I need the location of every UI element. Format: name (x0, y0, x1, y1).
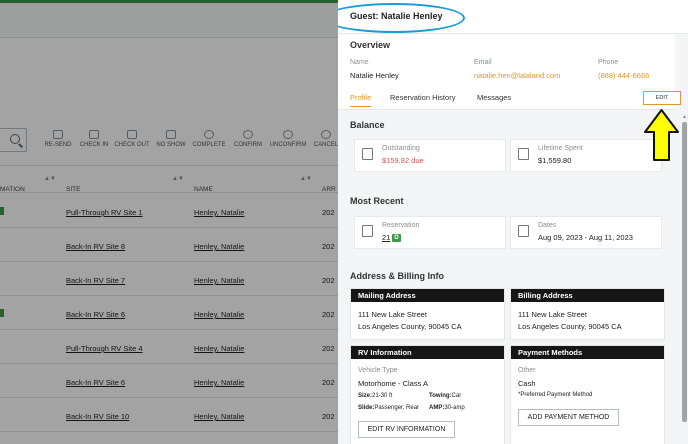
tab-profile[interactable]: Profile (350, 93, 372, 107)
size-label: Size: (358, 393, 373, 399)
email-label: Email (474, 59, 492, 66)
payment-methods-box: Payment Methods Other Cash *Preferred Pa… (510, 345, 665, 444)
mailing-line1: 111 New Lake Street (358, 310, 427, 319)
money-icon (518, 148, 529, 160)
size-value: 21-30 ft (372, 393, 393, 399)
payment-other-label: Other (518, 367, 536, 374)
guest-panel: Guest: Natalie Henley Overview Name Nata… (338, 0, 688, 444)
reservation-value: 21 D (382, 233, 401, 242)
dates-label: Dates (538, 222, 557, 229)
towing-label: Towing: (429, 393, 452, 399)
scroll-up-icon[interactable]: ▲ (682, 114, 687, 120)
edit-rv-information-button[interactable]: EDIT RV INFORMATION (358, 421, 455, 438)
payment-method-value: Cash (518, 379, 536, 388)
callout-arrow-icon (644, 109, 679, 161)
overview-title: Overview (350, 40, 391, 50)
amp-value: 30-amp (444, 405, 465, 411)
preferred-payment-note: *Preferred Payment Method (518, 392, 593, 398)
dates-value: Aug 09, 2023 - Aug 11, 2023 (538, 233, 633, 242)
panel-tabs: Profile Reservation History Messages (338, 89, 675, 110)
outstanding-value: $159.82 due (382, 156, 424, 165)
size-field: Size:21-30 ft (358, 393, 392, 399)
towing-value: Car (451, 393, 462, 399)
email-link[interactable]: natalie.hen@lalaland.com (474, 71, 560, 80)
billing-address-box: Billing Address 111 New Lake Street Los … (510, 288, 665, 340)
add-payment-method-button[interactable]: ADD PAYMENT METHOD (518, 409, 619, 426)
billing-line1: 111 New Lake Street (518, 310, 587, 319)
rv-info-title: RV Information (351, 346, 504, 359)
balance-title: Balance (350, 120, 385, 130)
address-title: Address & Billing Info (350, 271, 445, 281)
payment-methods-title: Payment Methods (511, 346, 664, 359)
slide-field: Slide:Passenger, Rear (358, 405, 419, 411)
slide-value: Passenger, Rear (374, 405, 420, 411)
lifetime-label: Lifetime Spent (538, 145, 583, 152)
amp-field: AMP:30-amp (429, 405, 465, 411)
most-recent-title: Most Recent (350, 196, 404, 206)
name-label: Name (350, 59, 369, 66)
slide-label: Slide: (358, 405, 375, 411)
invoice-icon (362, 148, 373, 160)
amp-label: AMP: (429, 405, 445, 411)
mailing-address-box: Mailing Address 111 New Lake Street Los … (350, 288, 505, 340)
vehicle-type-label: Vehicle Type (358, 367, 398, 374)
modal-backdrop[interactable] (0, 0, 338, 444)
towing-field: Towing:Car (429, 393, 461, 399)
status-badge: D (392, 234, 401, 242)
tab-reservation-history[interactable]: Reservation History (390, 93, 455, 102)
calendar-icon (518, 225, 529, 237)
reservation-icon (362, 225, 373, 237)
phone-link[interactable]: (888) 444-6666 (598, 71, 649, 80)
panel-header: Guest: Natalie Henley (338, 0, 688, 34)
billing-line2: Los Angeles County, 90045 CA (518, 322, 622, 331)
panel-scrollbar[interactable]: ▲ (681, 112, 687, 444)
reservation-label: Reservation (382, 222, 420, 229)
phone-label: Phone (598, 59, 619, 66)
reservation-link[interactable]: 21 (382, 233, 390, 242)
lifetime-card: Lifetime Spent $1,559.80 (510, 139, 662, 172)
mailing-address-title: Mailing Address (351, 289, 504, 302)
mailing-line2: Los Angeles County, 90045 CA (358, 322, 462, 331)
lifetime-value: $1,559.80 (538, 156, 572, 165)
highlight-ellipse (338, 3, 465, 33)
billing-address-title: Billing Address (511, 289, 664, 302)
tab-messages[interactable]: Messages (477, 93, 511, 102)
scrollbar-thumb[interactable] (682, 122, 687, 422)
outstanding-label: Outstanding (382, 145, 420, 152)
rv-info-box: RV Information Vehicle Type Motorhome - … (350, 345, 505, 444)
reservation-card: Reservation 21 D (354, 216, 506, 249)
name-value: Natalie Henley (350, 71, 399, 80)
vehicle-type-value: Motorhome - Class A (358, 379, 429, 388)
outstanding-card: Outstanding $159.82 due (354, 139, 506, 172)
edit-button[interactable]: EDIT (643, 91, 681, 105)
dates-card: Dates Aug 09, 2023 - Aug 11, 2023 (510, 216, 662, 249)
